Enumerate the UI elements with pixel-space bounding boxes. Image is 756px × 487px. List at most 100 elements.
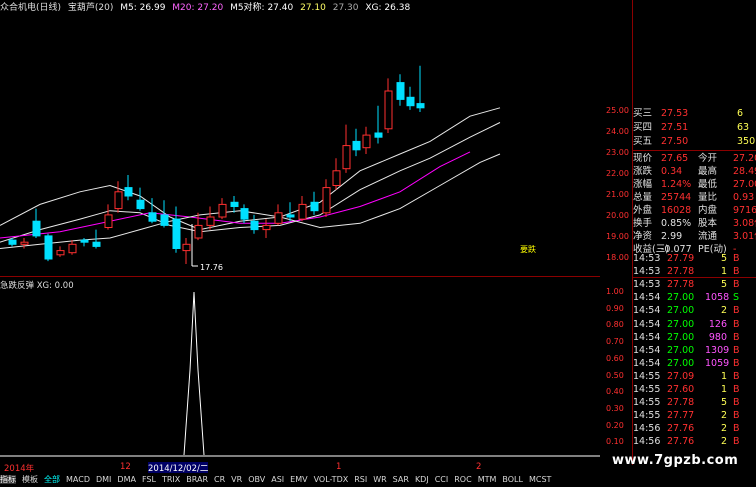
tab-dma[interactable]: DMA [117, 475, 136, 484]
tab-roc[interactable]: ROC [454, 475, 471, 484]
tick-time: 14:53 [633, 266, 661, 278]
indicator-axis-label: 1.00 [606, 287, 624, 296]
sell-tag: 要跌 [520, 244, 536, 254]
tab-trix[interactable]: TRIX [162, 475, 180, 484]
tick-volume: 5 [720, 253, 727, 264]
tick-row: 14:55 27.60 1 B [633, 383, 756, 396]
tick-row: 14:55 27.78 5 B [633, 396, 756, 409]
tick-row: 14:53 27.78 5 B [633, 278, 756, 291]
indicator-chart[interactable] [0, 280, 600, 460]
bid-row: 买三 27.53 6 [633, 107, 756, 120]
tick-price: 27.76 [667, 436, 695, 448]
candlestick-chart[interactable]: 17.76 要跌 [0, 14, 600, 276]
tab-obv[interactable]: OBV [248, 475, 265, 484]
panel-separator [0, 276, 600, 277]
tick-time: 14:54 [633, 344, 661, 356]
bid-vol: 350 [737, 136, 756, 147]
tick-row: 14:55 27.77 2 B [633, 409, 756, 422]
tick-side: B [733, 331, 740, 343]
tab-mcst[interactable]: MCST [529, 475, 551, 484]
tick-time: 14:53 [633, 279, 661, 291]
candle-body [56, 250, 65, 256]
price-axis-label: 18.00 [606, 253, 629, 262]
candle-body [194, 224, 203, 239]
quote-label: 换手 [633, 218, 653, 229]
tab-模板[interactable]: 模板 [22, 475, 38, 484]
tick-row: 14:53 27.79 5 B [633, 252, 756, 265]
low-marker-label: 17.76 [200, 263, 223, 272]
candle-body [160, 214, 169, 226]
tick-time: 14:55 [633, 410, 661, 422]
quote-label-2: 股本 [698, 218, 718, 229]
tick-side: B [733, 305, 740, 317]
bid-row: 买五 27.50 350 [633, 135, 756, 148]
tick-price: 27.00 [667, 305, 695, 317]
tab-cr[interactable]: CR [214, 475, 225, 484]
tick-volume: 1 [720, 384, 727, 395]
bollinger-bands [0, 107, 501, 249]
candle-body [384, 90, 393, 130]
tick-price: 27.78 [667, 266, 695, 278]
m5-dc-value: 27.10 [300, 3, 326, 13]
candle-body [172, 218, 181, 250]
tick-row: 14:56 27.76 2 B [633, 435, 756, 448]
tick-row: 14:54 27.00 980 B [633, 331, 756, 344]
tab-fsl[interactable]: FSL [142, 475, 156, 484]
tab-vr[interactable]: VR [231, 475, 242, 484]
tick-row: 14:55 27.09 1 B [633, 370, 756, 383]
tick-volume: 1 [720, 370, 727, 382]
candle-body [274, 212, 283, 224]
tick-row: 14:54 27.00 1059 B [633, 357, 756, 370]
quote-value-2: 9716 [733, 205, 756, 216]
tick-time: 14:55 [633, 397, 661, 409]
candle-body [92, 241, 101, 247]
xg-spike [183, 291, 205, 456]
tick-side: B [733, 410, 740, 422]
tick-volume: 2 [720, 410, 727, 422]
tab-wr[interactable]: WR [373, 475, 386, 484]
candle-body [80, 239, 89, 243]
price-axis-label: 24.00 [606, 127, 629, 136]
quote-row: 现价 27.65 今开 27.20 [633, 152, 756, 165]
tab-boll[interactable]: BOLL [502, 475, 523, 484]
indicator-axis-label: 0.70 [606, 337, 624, 347]
quote-label: 净资 [633, 231, 653, 242]
tick-price: 27.76 [667, 423, 695, 435]
quote-label-2: 内盘 [698, 205, 718, 216]
tab-emv[interactable]: EMV [290, 475, 307, 484]
candle-body [250, 220, 259, 231]
quote-value-2: 28.49 [733, 166, 756, 177]
tab-全部[interactable]: 全部 [44, 475, 60, 484]
price-axis-label: 20.00 [606, 211, 629, 220]
tick-volume: 5 [720, 397, 727, 409]
candle-body [416, 103, 425, 109]
indicator-axis-label: 0.50 [606, 370, 624, 380]
tick-side: B [733, 397, 740, 409]
tick-side: B [733, 423, 740, 435]
bid-label: 买五 [633, 136, 653, 147]
tab-mtm[interactable]: MTM [478, 475, 497, 484]
quote-value-2: 27.00 [733, 179, 756, 190]
tick-time: 14:55 [633, 370, 661, 382]
tab-vol-tdx[interactable]: VOL-TDX [314, 475, 349, 484]
tab-dmi[interactable]: DMI [96, 475, 111, 484]
tab-指标[interactable]: 指标 [0, 475, 16, 484]
candle-body [44, 235, 53, 260]
indicator-name[interactable]: 宝葫芦(20) [68, 3, 113, 13]
tick-time: 14:56 [633, 423, 661, 435]
tab-brar[interactable]: BRAR [186, 475, 208, 484]
tab-asi[interactable]: ASI [271, 475, 284, 484]
tick-row: 14:53 27.78 1 B [633, 265, 756, 278]
tab-macd[interactable]: MACD [66, 475, 90, 484]
watermark: www.7gpzb.com [612, 453, 739, 468]
tick-side: B [733, 279, 740, 291]
tab-kdj[interactable]: KDJ [415, 475, 429, 484]
quote-value-2: 3.08亿 [733, 218, 756, 229]
tick-price: 27.78 [667, 397, 695, 409]
candle-body [374, 132, 383, 138]
tab-sar[interactable]: SAR [393, 475, 409, 484]
chart-header: 众合机电(日线) 宝葫芦(20) M5: 26.99 M20: 27.20 M5… [0, 0, 600, 14]
tab-cci[interactable]: CCI [435, 475, 449, 484]
tab-rsi[interactable]: RSI [354, 475, 367, 484]
quote-label-2: 今开 [698, 153, 718, 164]
